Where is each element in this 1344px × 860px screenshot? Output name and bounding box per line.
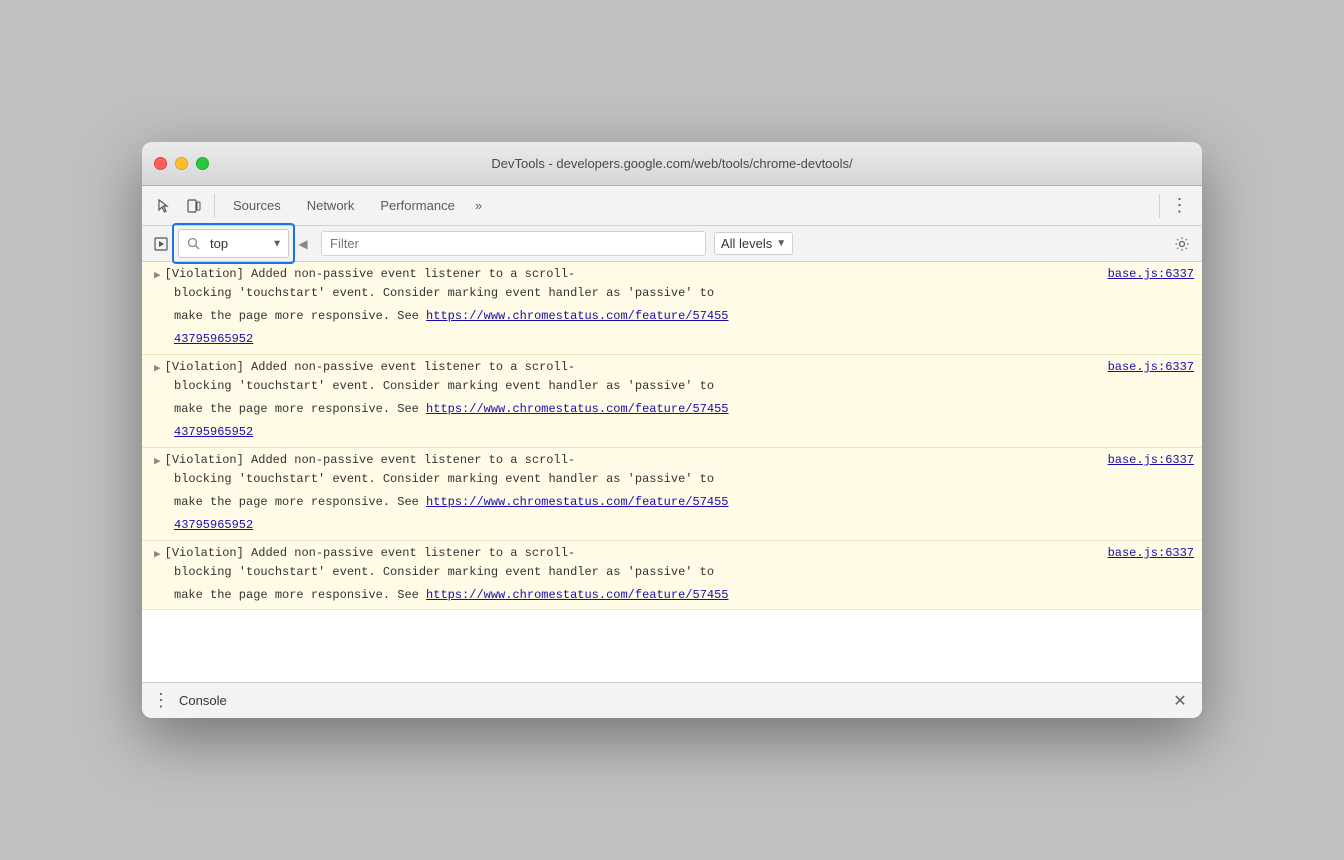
console-output: ▶ [Violation] Added non-passive event li… xyxy=(142,262,1202,682)
message-arrow-1[interactable]: ▶ xyxy=(154,268,161,282)
message-source-1[interactable]: base.js:6337 xyxy=(1108,267,1194,281)
device-icon xyxy=(186,198,202,214)
message-link-3[interactable]: https://www.chromestatus.com/feature/574… xyxy=(426,495,728,509)
levels-arrow: ▼ xyxy=(776,238,786,249)
inspect-element-button[interactable] xyxy=(150,192,178,220)
console-message-block-4: ▶ [Violation] Added non-passive event li… xyxy=(142,541,1202,610)
message-continuation-4a: blocking 'touchstart' event. Consider ma… xyxy=(142,563,1202,586)
toolbar-more-tabs[interactable]: » xyxy=(469,194,488,217)
message-link-2[interactable]: https://www.chromestatus.com/feature/574… xyxy=(426,402,728,416)
filter-input[interactable] xyxy=(321,231,706,256)
message-continuation-1c: 43795965952 xyxy=(142,330,1202,354)
devtools-menu-button[interactable]: ⋮ xyxy=(1166,192,1194,220)
bottom-bar: ⋮ Console ✕ xyxy=(142,682,1202,718)
message-link-1[interactable]: https://www.chromestatus.com/feature/574… xyxy=(426,309,728,323)
message-source-2[interactable]: base.js:6337 xyxy=(1108,360,1194,374)
message-arrow-3[interactable]: ▶ xyxy=(154,454,161,468)
context-selector[interactable]: top xyxy=(204,232,284,255)
message-text-2: [Violation] Added non-passive event list… xyxy=(165,360,1100,374)
table-row: ▶ [Violation] Added non-passive event li… xyxy=(142,262,1202,284)
message-link-3b[interactable]: 43795965952 xyxy=(174,518,253,532)
bottom-menu-button[interactable]: ⋮ xyxy=(152,690,171,711)
message-continuation-1b: make the page more responsive. See https… xyxy=(142,307,1202,330)
table-row: ▶ [Violation] Added non-passive event li… xyxy=(142,355,1202,377)
message-text-4: [Violation] Added non-passive event list… xyxy=(165,546,1100,560)
message-continuation-2a: blocking 'touchstart' event. Consider ma… xyxy=(142,377,1202,400)
tab-performance[interactable]: Performance xyxy=(368,194,466,217)
minimize-button[interactable] xyxy=(175,157,188,170)
message-arrow-4[interactable]: ▶ xyxy=(154,547,161,561)
message-text-1: [Violation] Added non-passive event list… xyxy=(165,267,1100,281)
message-link-4[interactable]: https://www.chromestatus.com/feature/574… xyxy=(426,588,728,602)
message-continuation-2c: 43795965952 xyxy=(142,423,1202,447)
message-continuation-3c: 43795965952 xyxy=(142,516,1202,540)
title-bar: DevTools - developers.google.com/web/too… xyxy=(142,142,1202,186)
console-message-block-2: ▶ [Violation] Added non-passive event li… xyxy=(142,355,1202,448)
message-source-3[interactable]: base.js:6337 xyxy=(1108,453,1194,467)
console-settings-button[interactable] xyxy=(1168,230,1196,258)
tab-network[interactable]: Network xyxy=(295,194,367,217)
toolbar-divider-1 xyxy=(214,194,215,218)
cursor-icon xyxy=(156,198,172,214)
message-continuation-3b: make the page more responsive. See https… xyxy=(142,493,1202,516)
console-toolbar: top ▼ ◀ All levels ▼ xyxy=(142,226,1202,262)
close-button[interactable] xyxy=(154,157,167,170)
message-link-2b[interactable]: 43795965952 xyxy=(174,425,253,439)
play-icon xyxy=(154,237,168,251)
table-row: ▶ [Violation] Added non-passive event li… xyxy=(142,541,1202,563)
tab-sources[interactable]: Sources xyxy=(221,194,293,217)
window-controls xyxy=(154,157,209,170)
close-console-button[interactable]: ✕ xyxy=(1168,689,1192,713)
context-selector-wrapper: top ▼ xyxy=(178,229,289,258)
devtools-toolbar: Sources Network Performance » ⋮ xyxy=(142,186,1202,226)
gear-icon xyxy=(1174,236,1190,252)
message-continuation-3a: blocking 'touchstart' event. Consider ma… xyxy=(142,470,1202,493)
console-nav-left[interactable]: ◀ xyxy=(293,234,313,254)
message-link-1b[interactable]: 43795965952 xyxy=(174,332,253,346)
toolbar-divider-2 xyxy=(1159,194,1160,218)
message-continuation-1a: blocking 'touchstart' event. Consider ma… xyxy=(142,284,1202,307)
clear-console-button[interactable] xyxy=(148,231,174,257)
console-message-block-3: ▶ [Violation] Added non-passive event li… xyxy=(142,448,1202,541)
maximize-button[interactable] xyxy=(196,157,209,170)
message-text-3: [Violation] Added non-passive event list… xyxy=(165,453,1100,467)
devtools-window: DevTools - developers.google.com/web/too… xyxy=(142,142,1202,718)
message-continuation-2b: make the page more responsive. See https… xyxy=(142,400,1202,423)
table-row: ▶ [Violation] Added non-passive event li… xyxy=(142,448,1202,470)
console-tab-label: Console xyxy=(179,693,227,708)
device-toolbar-button[interactable] xyxy=(180,192,208,220)
levels-label: All levels xyxy=(721,236,772,251)
search-icon xyxy=(183,237,204,250)
message-arrow-2[interactable]: ▶ xyxy=(154,361,161,375)
message-continuation-4b: make the page more responsive. See https… xyxy=(142,586,1202,609)
message-source-4[interactable]: base.js:6337 xyxy=(1108,546,1194,560)
console-message-block-1: ▶ [Violation] Added non-passive event li… xyxy=(142,262,1202,355)
window-title: DevTools - developers.google.com/web/too… xyxy=(491,156,852,171)
levels-dropdown[interactable]: All levels ▼ xyxy=(714,232,793,255)
